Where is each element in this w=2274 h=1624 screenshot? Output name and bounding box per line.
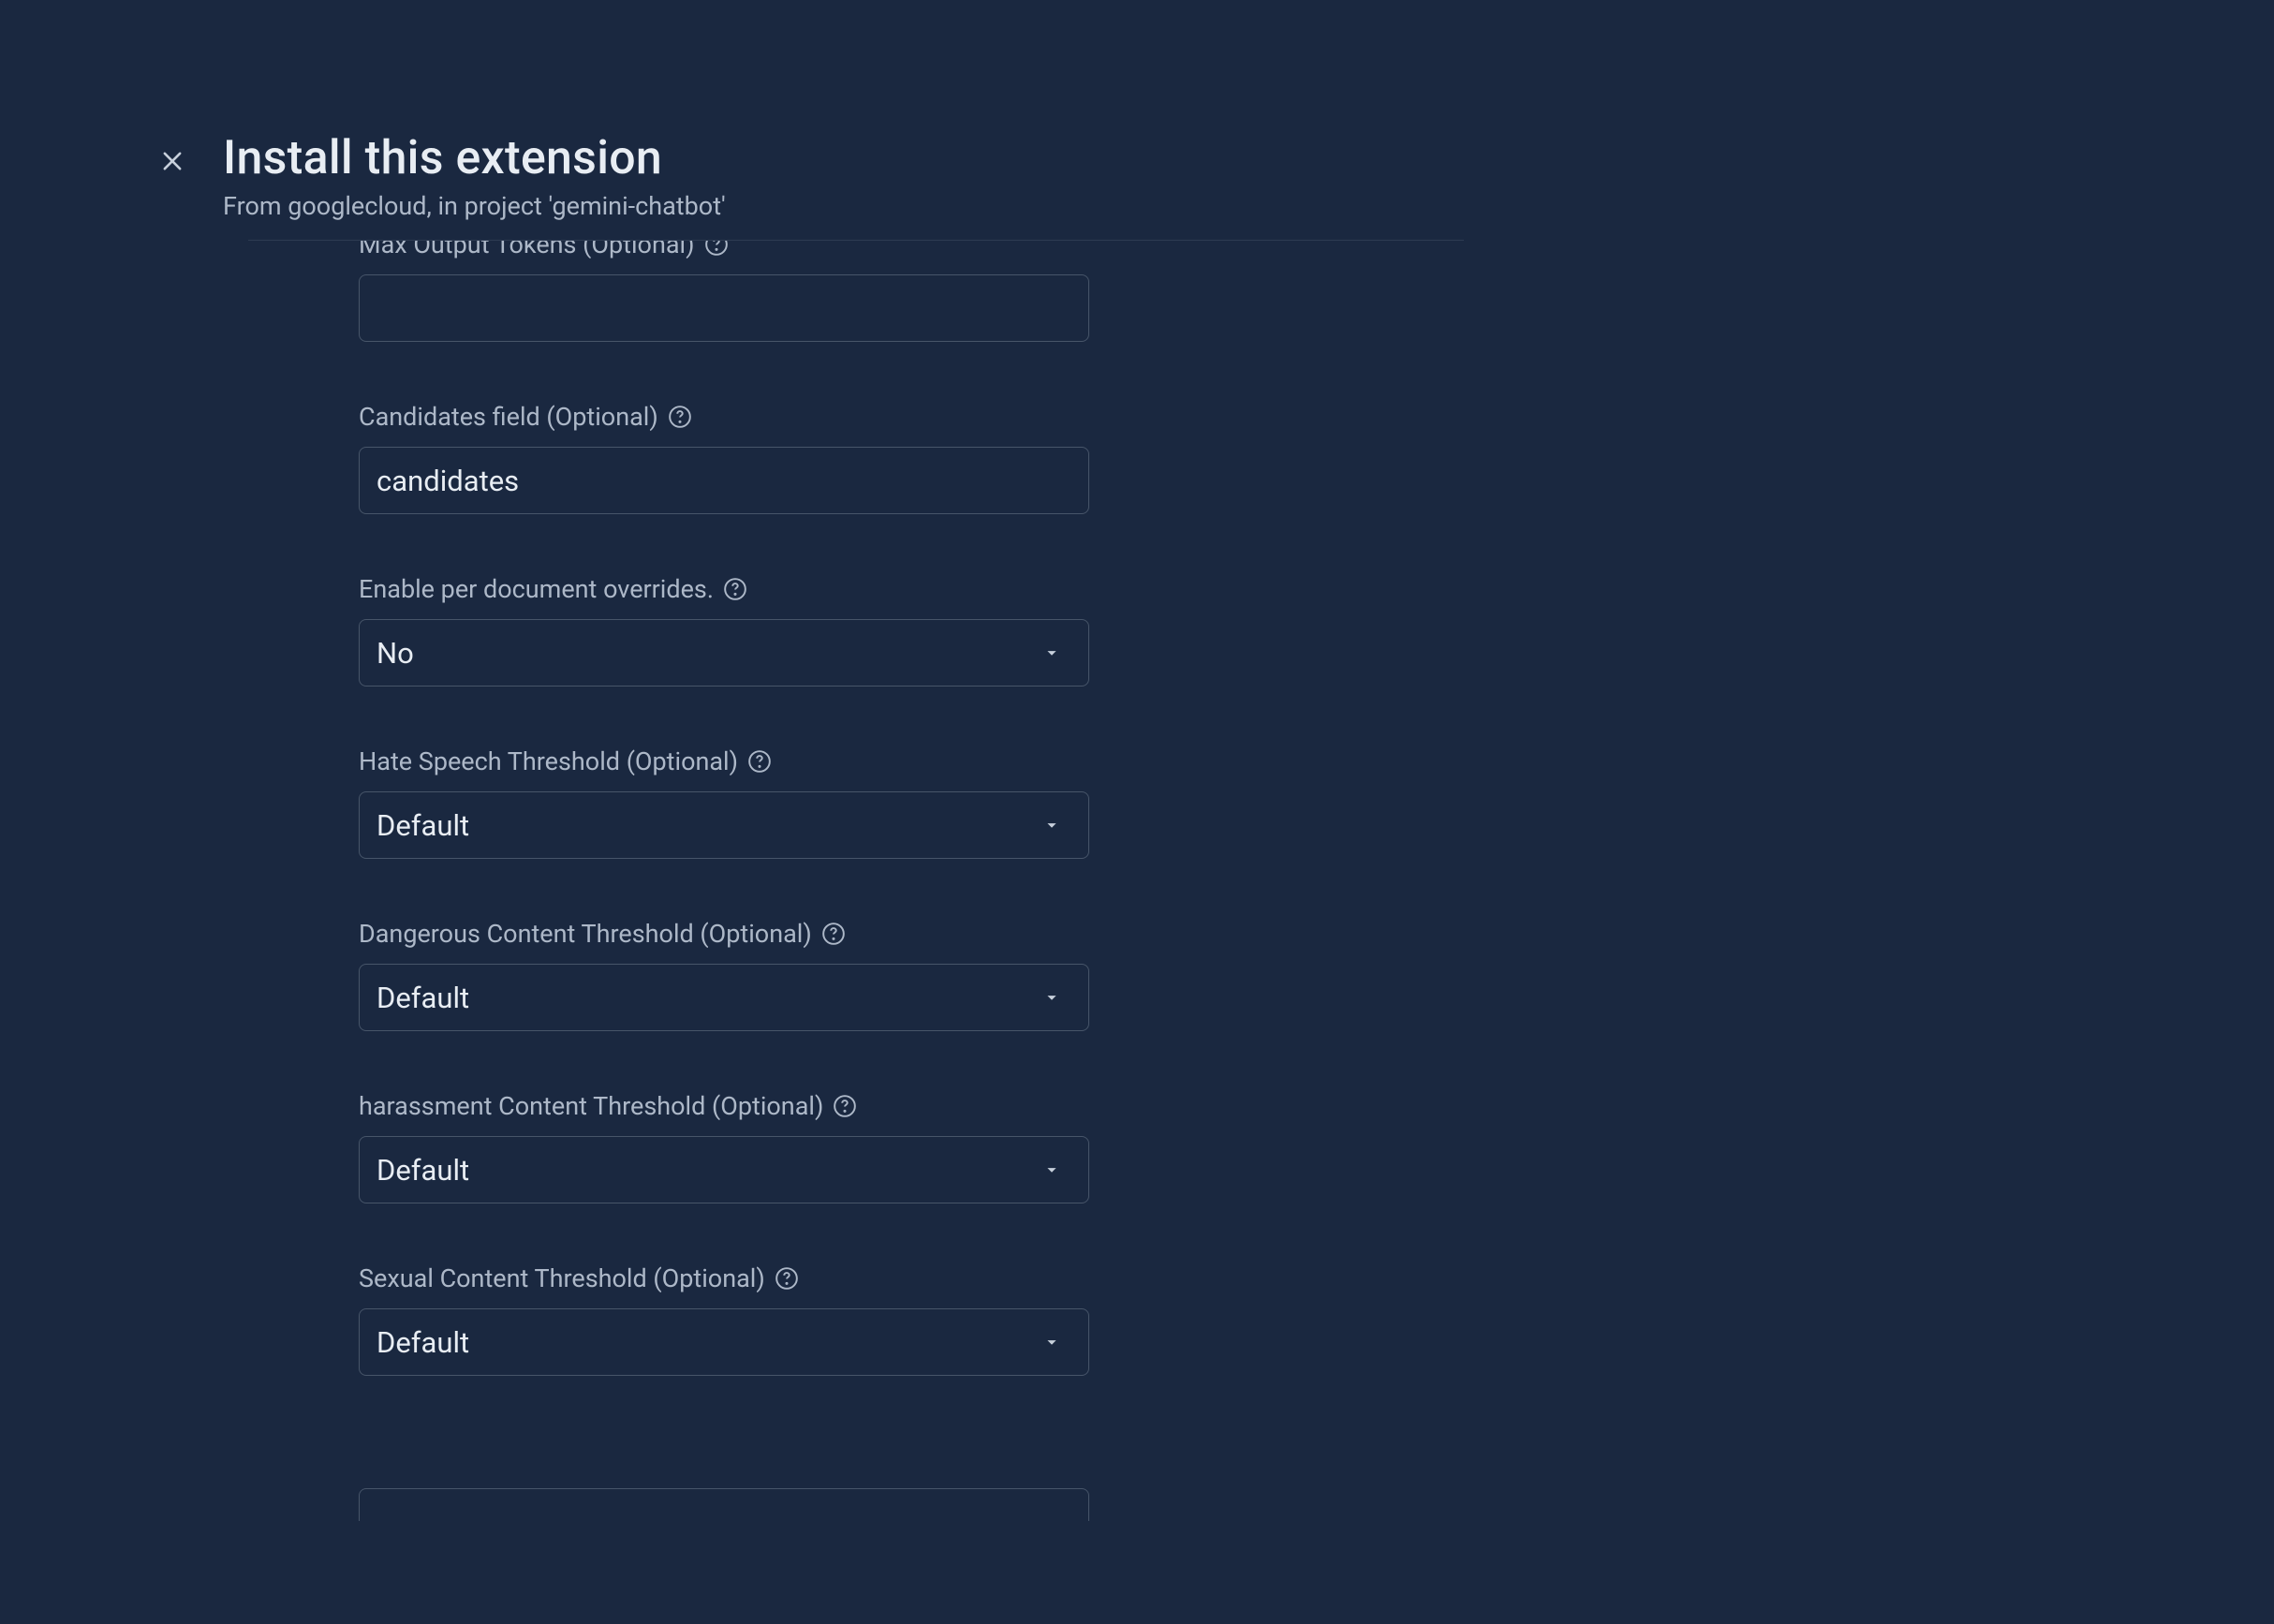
help-icon[interactable] <box>775 1266 799 1291</box>
field-label-max-output-tokens: Max Output Tokens (Optional) <box>359 241 695 259</box>
harassment-content-select[interactable]: Default <box>359 1136 1089 1203</box>
field-harassment-content: harassment Content Threshold (Optional) … <box>359 1091 1089 1203</box>
help-icon[interactable] <box>668 405 692 429</box>
select-value: Default <box>377 808 469 843</box>
field-sexual-content: Sexual Content Threshold (Optional) Defa… <box>359 1263 1089 1376</box>
field-label-sexual-content: Sexual Content Threshold (Optional) <box>359 1263 765 1293</box>
select-value: Default <box>377 1325 469 1360</box>
field-candidates: Candidates field (Optional) <box>359 402 1089 514</box>
form-container: Max Output Tokens (Optional) Candidates … <box>359 241 1089 1580</box>
field-max-output-tokens: Max Output Tokens (Optional) <box>359 241 1089 342</box>
hate-speech-select[interactable]: Default <box>359 791 1089 859</box>
field-enable-overrides: Enable per document overrides. No <box>359 574 1089 687</box>
select-value: Default <box>377 981 469 1015</box>
field-hate-speech: Hate Speech Threshold (Optional) Default <box>359 746 1089 859</box>
help-icon[interactable] <box>723 577 747 601</box>
help-icon[interactable] <box>747 749 772 774</box>
select-value: Default <box>377 1153 469 1188</box>
chevron-down-icon <box>1041 642 1071 663</box>
chevron-down-icon <box>1041 1159 1071 1180</box>
page-subtitle: From googlecloud, in project 'gemini-cha… <box>223 191 726 221</box>
chevron-down-icon <box>1041 815 1071 835</box>
candidates-field-input[interactable] <box>359 447 1089 514</box>
help-icon[interactable] <box>833 1094 857 1118</box>
field-label-harassment-content: harassment Content Threshold (Optional) <box>359 1091 823 1121</box>
field-label-hate-speech: Hate Speech Threshold (Optional) <box>359 746 738 776</box>
chevron-down-icon <box>1041 987 1071 1008</box>
field-label-candidates: Candidates field (Optional) <box>359 402 658 432</box>
page-title: Install this extension <box>223 131 726 185</box>
chevron-down-icon <box>1041 1332 1071 1352</box>
close-icon <box>159 148 185 178</box>
dangerous-content-select[interactable]: Default <box>359 964 1089 1031</box>
close-button[interactable] <box>159 148 185 178</box>
partial-next-field <box>359 1488 1089 1521</box>
field-dangerous-content: Dangerous Content Threshold (Optional) D… <box>359 919 1089 1031</box>
field-label-enable-overrides: Enable per document overrides. <box>359 574 714 604</box>
sexual-content-select[interactable]: Default <box>359 1308 1089 1376</box>
help-icon[interactable] <box>821 922 846 946</box>
enable-overrides-select[interactable]: No <box>359 619 1089 687</box>
page-header: Install this extension From googlecloud,… <box>159 131 2274 221</box>
help-icon[interactable] <box>704 241 729 257</box>
field-label-dangerous-content: Dangerous Content Threshold (Optional) <box>359 919 812 949</box>
max-output-tokens-input[interactable] <box>359 274 1089 342</box>
select-value: No <box>377 636 414 671</box>
